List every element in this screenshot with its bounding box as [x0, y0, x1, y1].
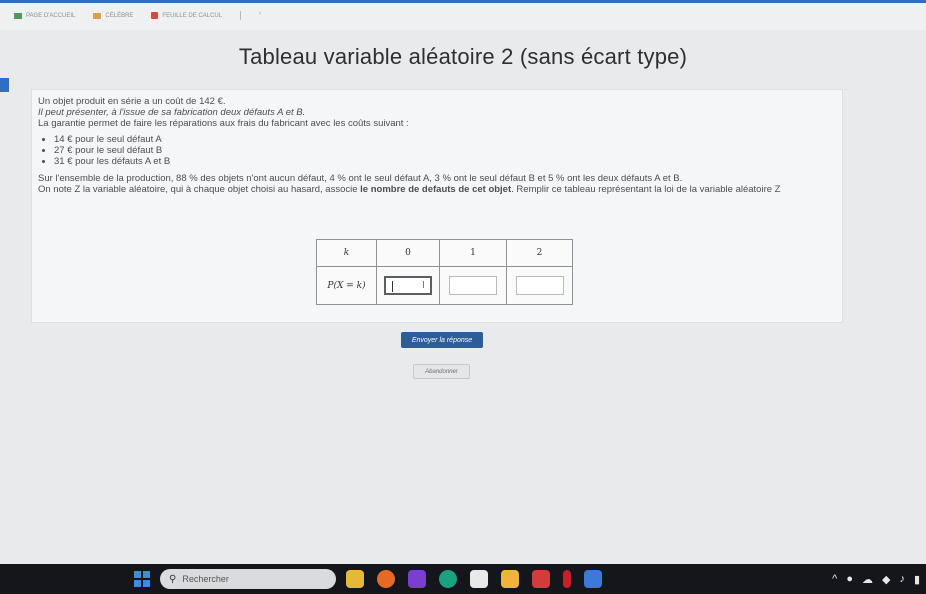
intro-line-3: La garantie permet de faire les réparati…: [38, 118, 409, 129]
cloud-icon[interactable]: ☁: [862, 573, 873, 586]
page-title: Tableau variable aléatoire 2 (sans écart…: [238, 44, 688, 69]
bookmark-label: PAGE D'ACCUEIL: [26, 12, 76, 19]
text-caret: [392, 281, 393, 292]
probability-table: k 0 1 2 P(X = k) I: [316, 239, 573, 305]
bookmark-divider: [240, 11, 242, 20]
intro-line-2: Il peut présenter, à l'issue de sa fabri…: [38, 107, 306, 118]
table-probability-row: P(X = k) I: [316, 266, 573, 305]
sheet-icon: [151, 12, 159, 19]
left-accent-tab: [0, 78, 9, 92]
volume-icon[interactable]: ♪: [899, 573, 905, 586]
give-up-button[interactable]: Abandonner: [413, 364, 470, 379]
bookmark-label: CÉLÈBRE: [105, 12, 134, 19]
wifi-icon[interactable]: ◆: [882, 573, 890, 586]
question-end: . Remplir ce tableau représentant la loi…: [511, 184, 781, 195]
exercise-statement: Un objet produit en série a un coût de 1…: [38, 96, 838, 195]
store-icon[interactable]: [470, 570, 488, 588]
intro-line-1: Un objet produit en série a un coût de 1…: [38, 96, 226, 107]
k-header-cell: k: [316, 239, 377, 267]
submit-answer-button[interactable]: Envoyer la réponse: [401, 332, 483, 348]
answer-cell-0: I: [376, 266, 440, 305]
file-explorer-icon[interactable]: [346, 570, 364, 588]
question-start: On note Z la variable aléatoire, qui à c…: [38, 184, 361, 195]
answer-input-k1[interactable]: [449, 276, 497, 295]
cost-item: 14 € pour le seul défaut A: [54, 134, 838, 145]
chrome-style-icon[interactable]: [584, 570, 602, 588]
stats-line: Sur l'ensemble de la production, 88 % de…: [38, 173, 683, 184]
answer-cell-2: [506, 266, 573, 305]
search-icon: ⚲: [169, 573, 177, 585]
green-page-icon: [14, 12, 22, 19]
red-app-icon[interactable]: [563, 570, 571, 588]
answer-cell-1: [439, 266, 507, 305]
taskbar-search-input[interactable]: ⚲ Rechercher: [160, 569, 336, 589]
bookmark-label: FEUILLE DE CALCUL: [162, 12, 223, 19]
k-value-cell: 0: [376, 239, 440, 267]
cost-list: 14 € pour le seul défaut A 27 € pour le …: [54, 134, 838, 167]
battery-icon[interactable]: ▮: [914, 573, 920, 586]
i-beam-cursor-icon: I: [422, 280, 425, 291]
cost-item: 27 € pour le seul défaut B: [54, 145, 838, 156]
windows-taskbar: ⚲ Rechercher ^ ● ☁ ◆ ♪ ▮: [0, 564, 926, 594]
edge-icon[interactable]: [439, 570, 457, 588]
bookmark-sheet[interactable]: FEUILLE DE CALCUL: [151, 11, 222, 20]
app-tray-icon[interactable]: ●: [846, 573, 853, 586]
browser-bookmarks-bar: PAGE D'ACCUEIL CÉLÈBRE FEUILLE DE CALCUL…: [0, 0, 926, 30]
question-bold: le nombre de defauts de cet objet: [360, 184, 512, 195]
answer-input-k2[interactable]: [515, 276, 564, 295]
k-value-cell: 2: [506, 239, 573, 267]
bookmark-celebre[interactable]: CÉLÈBRE: [93, 11, 133, 20]
taskbar-apps: [346, 570, 602, 588]
photo-app-icon[interactable]: [532, 570, 550, 588]
bookmarks-more-icon[interactable]: ›: [259, 11, 261, 20]
bookmarks-list: PAGE D'ACCUEIL CÉLÈBRE FEUILLE DE CALCUL…: [14, 11, 261, 20]
purple-heart-app-icon[interactable]: [408, 570, 426, 588]
answer-input-k0[interactable]: I: [384, 276, 432, 295]
folder-icon: [93, 12, 102, 19]
bookmark-home[interactable]: PAGE D'ACCUEIL: [14, 11, 75, 20]
question-line: On note Z la variable aléatoire, qui à c…: [38, 184, 838, 195]
files-icon[interactable]: [501, 570, 519, 588]
cost-item: 31 € pour les défauts A et B: [54, 156, 838, 167]
firefox-icon[interactable]: [377, 570, 395, 588]
k-value-cell: 1: [439, 239, 507, 267]
system-tray: ^ ● ☁ ◆ ♪ ▮: [832, 573, 920, 586]
table-header-row: k 0 1 2: [316, 239, 573, 267]
chevron-up-icon[interactable]: ^: [832, 573, 837, 586]
search-placeholder: Rechercher: [182, 574, 229, 584]
windows-start-icon[interactable]: [134, 571, 150, 587]
probability-label-cell: P(X = k): [316, 266, 377, 305]
